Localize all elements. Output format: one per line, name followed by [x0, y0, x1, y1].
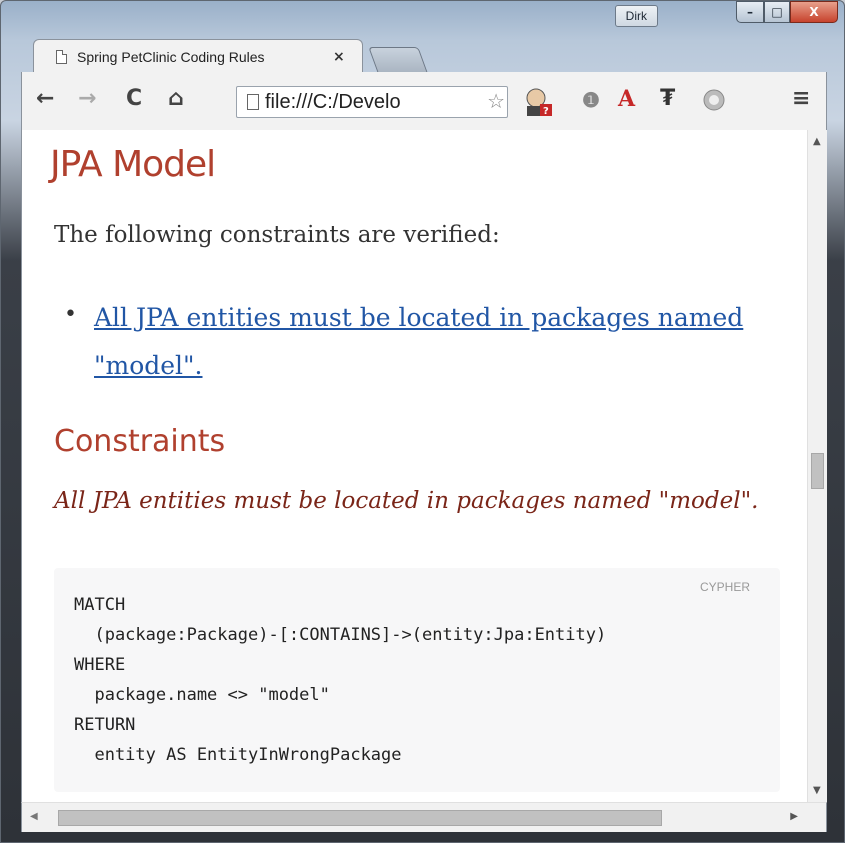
- home-button[interactable]: ⌂: [168, 88, 184, 110]
- jenkins-extension-icon[interactable]: ?: [522, 86, 554, 124]
- adobe-extension-icon[interactable]: A: [618, 86, 635, 112]
- document-icon: [56, 49, 67, 64]
- block-extension-icon[interactable]: [702, 88, 726, 118]
- rule-link[interactable]: All JPA entities must be located in pack…: [94, 294, 754, 390]
- page-info-icon: [247, 94, 259, 110]
- page-title: JPA Model: [50, 144, 216, 185]
- address-bar[interactable]: file:///C:/Develo ☆: [236, 86, 508, 118]
- page-content: JPA Model The following constraints are …: [21, 130, 807, 802]
- traffic-extension-icon[interactable]: ₮: [660, 86, 675, 111]
- back-button[interactable]: ←: [36, 88, 54, 110]
- vertical-scroll-thumb[interactable]: [811, 453, 824, 489]
- minimize-button[interactable]: –: [736, 1, 764, 23]
- menu-icon[interactable]: ≡: [792, 88, 810, 110]
- section-heading: Constraints: [54, 424, 226, 459]
- tab-title: Spring PetClinic Coding Rules: [77, 48, 265, 65]
- list-bullet: •: [64, 302, 77, 327]
- code-block: CYPHER MATCH (package:Package)-[:CONTAIN…: [54, 568, 780, 792]
- scroll-up-icon[interactable]: ▲: [813, 136, 821, 147]
- speech-bubble-extension-icon[interactable]: ❶: [582, 88, 600, 112]
- constraint-description: All JPA entities must be located in pack…: [54, 488, 759, 514]
- browser-tab[interactable]: Spring PetClinic Coding Rules ×: [33, 39, 363, 73]
- address-text[interactable]: file:///C:/Develo: [265, 91, 477, 114]
- code-listing: MATCH (package:Package)-[:CONTAINS]->(en…: [74, 595, 607, 765]
- forward-button[interactable]: →: [78, 88, 96, 110]
- svg-text:?: ?: [543, 106, 549, 117]
- horizontal-scrollbar[interactable]: ◀ ▶: [21, 802, 827, 832]
- close-tab-icon[interactable]: ×: [333, 49, 345, 65]
- browser-toolbar: ← → C ⌂ file:///C:/Develo ☆ ? ❶ A ₮ ≡: [21, 72, 827, 130]
- horizontal-scroll-thumb[interactable]: [58, 810, 662, 826]
- scroll-right-icon[interactable]: ▶: [790, 811, 798, 822]
- window-caption-buttons: – □ X: [736, 1, 838, 27]
- close-window-button[interactable]: X: [790, 1, 838, 23]
- scroll-down-icon[interactable]: ▼: [813, 785, 821, 796]
- new-tab-button[interactable]: [368, 47, 428, 73]
- reload-button[interactable]: C: [126, 88, 142, 110]
- maximize-button[interactable]: □: [764, 1, 790, 23]
- vertical-scrollbar[interactable]: ▲ ▼: [807, 130, 827, 802]
- code-language-label: CYPHER: [699, 580, 750, 594]
- browser-window: Dirk – □ X Spring PetClinic Coding Rules…: [0, 0, 845, 843]
- intro-text: The following constraints are verified:: [54, 222, 500, 248]
- bookmark-star-icon[interactable]: ☆: [487, 89, 505, 113]
- profile-button[interactable]: Dirk: [614, 5, 658, 27]
- scroll-left-icon[interactable]: ◀: [30, 811, 38, 822]
